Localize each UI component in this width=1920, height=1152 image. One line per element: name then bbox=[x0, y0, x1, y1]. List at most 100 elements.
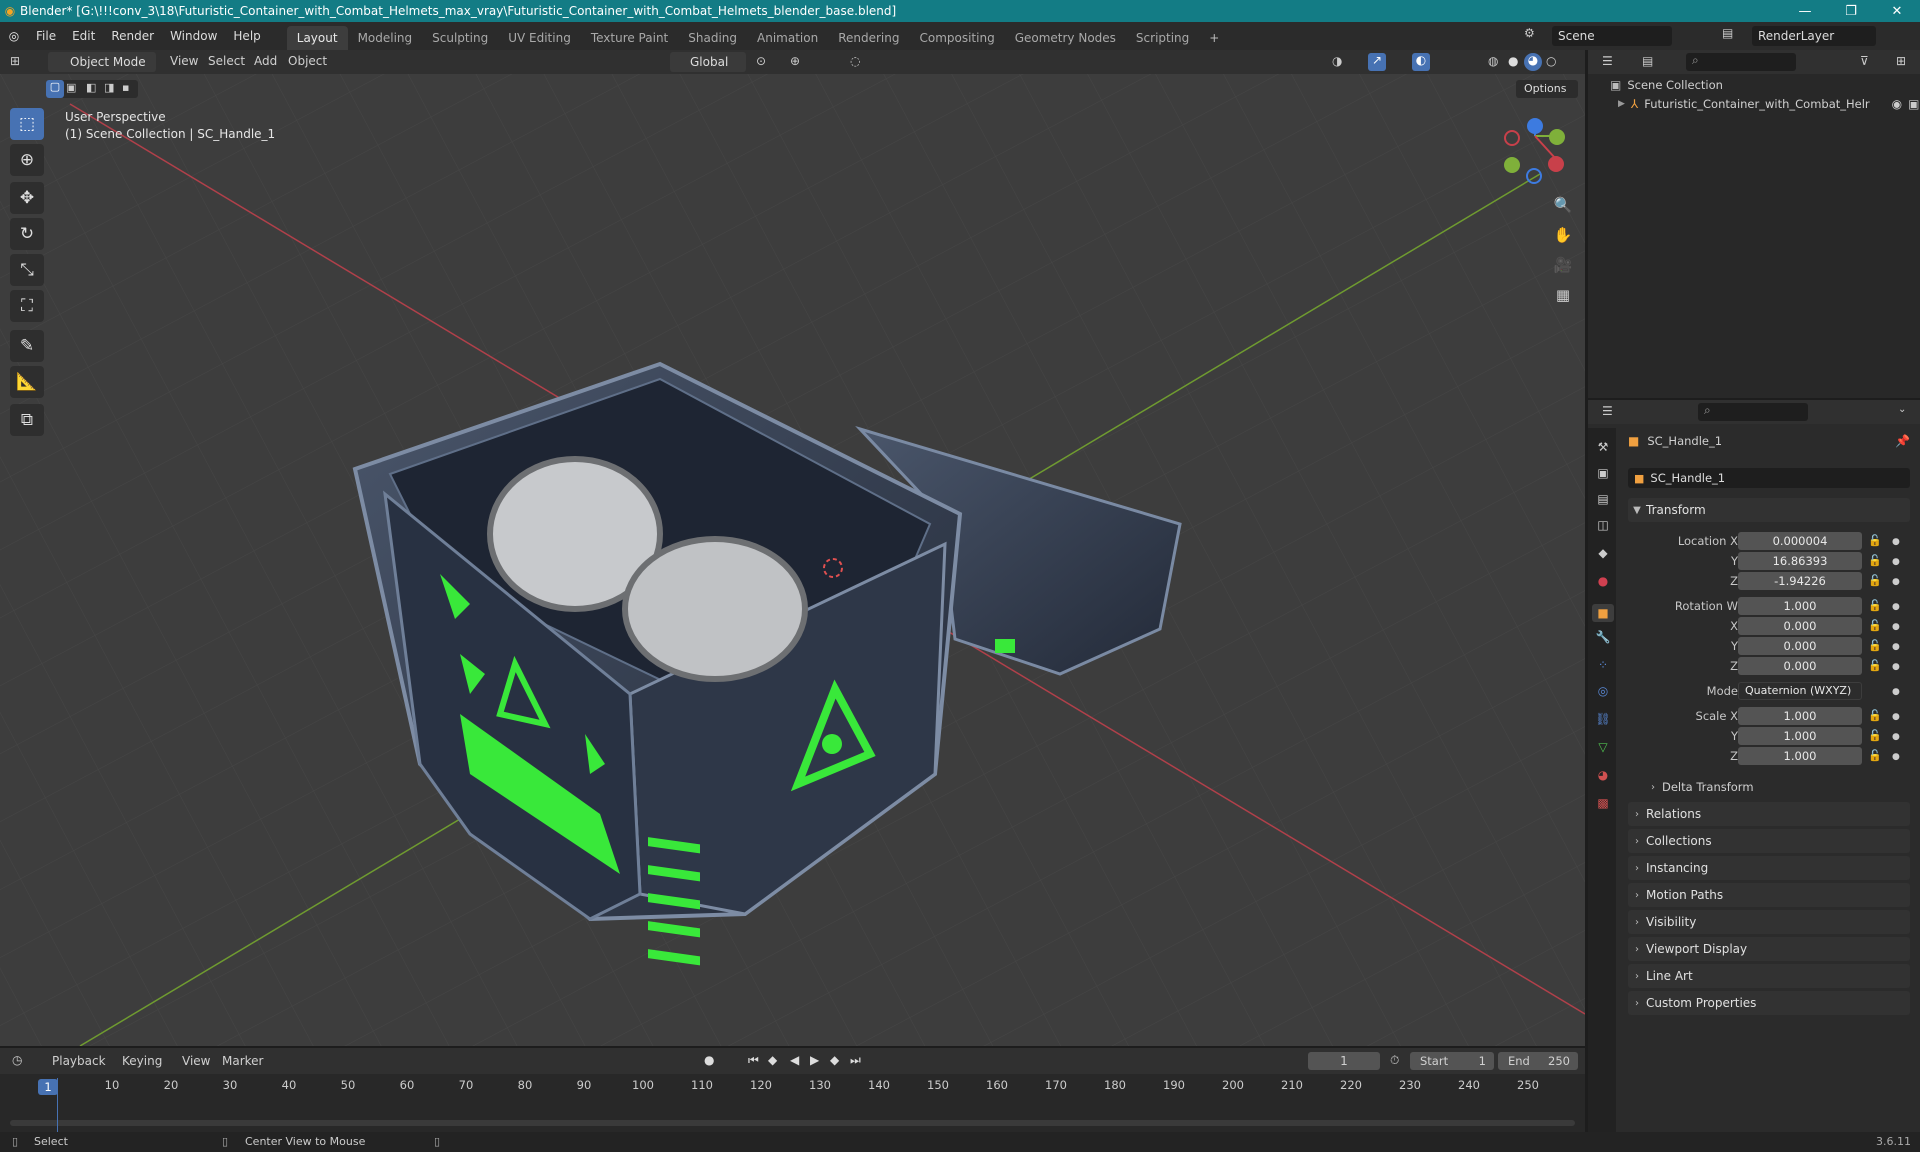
outliner-search-input[interactable]: ⌕ bbox=[1686, 53, 1796, 71]
panel-motion-paths[interactable]: › Motion Paths bbox=[1628, 883, 1910, 907]
keyframe-dot-icon[interactable]: ● bbox=[1892, 687, 1900, 697]
3d-viewport[interactable]: ▢ ▣ ◧ ◨ ▪ User Perspective (1) Scene Col… bbox=[0, 74, 1585, 1046]
data-tab-icon[interactable]: ▽ bbox=[1594, 738, 1612, 756]
new-collection-icon[interactable]: ⊞ bbox=[1896, 54, 1906, 68]
object-name-label[interactable]: SC_Handle_1 bbox=[1647, 434, 1722, 448]
close-button[interactable]: ✕ bbox=[1874, 0, 1920, 22]
world-tab-icon[interactable]: ● bbox=[1594, 572, 1612, 590]
lock-icon[interactable]: 🔓 bbox=[1868, 534, 1882, 547]
snap-icon[interactable]: ⊕ bbox=[790, 54, 800, 68]
tool-tab-icon[interactable]: ⚒ bbox=[1594, 438, 1612, 456]
minimize-button[interactable]: — bbox=[1782, 0, 1828, 22]
editor-type-icon[interactable]: ⊞ bbox=[10, 54, 20, 68]
jump-start-icon[interactable]: ⏮ bbox=[748, 1053, 759, 1068]
material-tab-icon[interactable]: ◕ bbox=[1594, 766, 1612, 784]
timeline-editor-icon[interactable]: ◷ bbox=[12, 1053, 22, 1067]
scene-tab-icon[interactable]: ◆ bbox=[1594, 544, 1612, 562]
timeline-scrollbar[interactable] bbox=[10, 1120, 1575, 1126]
measure-tool[interactable]: 📐 bbox=[10, 366, 44, 398]
keying-menu[interactable]: Keying bbox=[122, 1054, 162, 1068]
tab-layout[interactable]: Layout bbox=[286, 26, 348, 50]
playhead-frame-label[interactable]: 1 bbox=[38, 1079, 58, 1095]
orientation-dropdown[interactable]: Global bbox=[670, 52, 746, 72]
keyframe-dot-icon[interactable]: ● bbox=[1892, 752, 1900, 762]
eye-icon[interactable]: ◉ bbox=[1892, 97, 1902, 111]
marker-menu[interactable]: Marker bbox=[222, 1054, 263, 1068]
scale-z-field[interactable]: 1.000 bbox=[1738, 747, 1862, 765]
start-frame-field[interactable]: Start 1 bbox=[1410, 1052, 1494, 1070]
select-menu[interactable]: Select bbox=[208, 54, 245, 68]
wireframe-shading-icon[interactable]: ◍ bbox=[1488, 54, 1498, 68]
keyframe-dot-icon[interactable]: ● bbox=[1892, 557, 1900, 567]
add-menu[interactable]: Add bbox=[254, 54, 277, 68]
expand-arrow-icon[interactable]: ▶ bbox=[1618, 99, 1625, 109]
rotation-y-field[interactable]: 0.000 bbox=[1738, 637, 1862, 655]
rotate-tool[interactable]: ↻ bbox=[10, 218, 44, 250]
menu-render[interactable]: Render bbox=[103, 22, 162, 50]
options-dropdown[interactable]: Options bbox=[1516, 80, 1578, 98]
display-mode-icon[interactable]: ▤ bbox=[1642, 54, 1653, 68]
rendered-shading-icon[interactable]: ○ bbox=[1546, 54, 1556, 68]
scene-selector-icon[interactable]: ⚙ bbox=[1524, 26, 1548, 40]
tab-uv-editing[interactable]: UV Editing bbox=[498, 26, 581, 50]
lock-icon[interactable]: 🔓 bbox=[1868, 749, 1882, 762]
tab-compositing[interactable]: Compositing bbox=[909, 26, 1004, 50]
select-new-icon[interactable]: ▢ bbox=[46, 80, 64, 98]
jump-end-icon[interactable]: ⏭ bbox=[850, 1053, 861, 1068]
particles-tab-icon[interactable]: ⁘ bbox=[1594, 656, 1612, 674]
object-name-field[interactable]: ■ SC_Handle_1 bbox=[1628, 468, 1910, 488]
select-invert-icon[interactable]: ◨ bbox=[104, 81, 114, 94]
record-icon[interactable]: ● bbox=[704, 1053, 714, 1067]
menu-window[interactable]: Window bbox=[162, 22, 225, 50]
properties-options-icon[interactable]: ⌄ bbox=[1898, 404, 1906, 415]
prev-keyframe-icon[interactable]: ◆ bbox=[768, 1053, 777, 1067]
texture-tab-icon[interactable]: ▩ bbox=[1594, 794, 1612, 812]
material-shading-icon[interactable]: ◕ bbox=[1524, 53, 1542, 71]
lock-icon[interactable]: 🔓 bbox=[1868, 709, 1882, 722]
render-layer-field[interactable]: RenderLayer bbox=[1752, 26, 1876, 46]
camera-icon[interactable]: ▣ bbox=[1908, 97, 1919, 111]
location-y-field[interactable]: 16.86393 bbox=[1738, 552, 1862, 570]
current-frame-field[interactable]: 1 bbox=[1308, 1052, 1380, 1070]
properties-search-input[interactable]: ⌕ bbox=[1698, 403, 1808, 421]
overlay-toggle-icon[interactable]: ◐ bbox=[1412, 53, 1430, 71]
location-z-field[interactable]: -1.94226 bbox=[1738, 572, 1862, 590]
panel-viewport-display[interactable]: › Viewport Display bbox=[1628, 937, 1910, 961]
tab-modeling[interactable]: Modeling bbox=[348, 26, 423, 50]
keyframe-dot-icon[interactable]: ● bbox=[1892, 577, 1900, 587]
delta-transform-subpanel[interactable]: › Delta Transform bbox=[1644, 776, 1910, 798]
mode-dropdown[interactable]: Object Mode bbox=[48, 52, 156, 72]
play-reverse-icon[interactable]: ◀ bbox=[790, 1053, 799, 1067]
lock-icon[interactable]: 🔓 bbox=[1868, 729, 1882, 742]
tab-scripting[interactable]: Scripting bbox=[1126, 26, 1199, 50]
timeline-view-menu[interactable]: View bbox=[182, 1054, 210, 1068]
pin-icon[interactable]: 📌 bbox=[1895, 434, 1910, 448]
modifier-tab-icon[interactable]: 🔧 bbox=[1594, 628, 1612, 646]
object-tab-icon[interactable]: ■ bbox=[1592, 604, 1614, 622]
transform-panel-header[interactable]: ▼ Transform bbox=[1628, 498, 1910, 522]
playback-menu[interactable]: Playback bbox=[52, 1054, 106, 1068]
blender-menu-icon[interactable]: ◎ bbox=[0, 29, 28, 43]
panel-line-art[interactable]: › Line Art bbox=[1628, 964, 1910, 988]
gizmo-toggle-icon[interactable]: ↗ bbox=[1368, 53, 1386, 71]
panel-relations[interactable]: › Relations bbox=[1628, 802, 1910, 826]
keyframe-dot-icon[interactable]: ● bbox=[1892, 732, 1900, 742]
rotation-z-field[interactable]: 0.000 bbox=[1738, 657, 1862, 675]
solid-shading-icon[interactable]: ● bbox=[1508, 54, 1518, 68]
outliner-editor-icon[interactable]: ☰ bbox=[1602, 54, 1613, 68]
cursor-tool[interactable]: ⊕ bbox=[10, 144, 44, 176]
render-layer-icon[interactable]: ▤ bbox=[1722, 26, 1746, 40]
object-menu[interactable]: Object bbox=[288, 54, 327, 68]
tab-texture-paint[interactable]: Texture Paint bbox=[581, 26, 678, 50]
keyframe-dot-icon[interactable]: ● bbox=[1892, 642, 1900, 652]
rotation-x-field[interactable]: 0.000 bbox=[1738, 617, 1862, 635]
maximize-button[interactable]: ❐ bbox=[1828, 0, 1874, 22]
outliner-root[interactable]: ▣ Scene Collection bbox=[1610, 78, 1723, 92]
annotate-tool[interactable]: ✎ bbox=[10, 330, 44, 362]
transform-tool[interactable]: ⛶ bbox=[10, 290, 44, 322]
stopwatch-icon[interactable]: ⏱ bbox=[1390, 1053, 1399, 1068]
add-workspace-button[interactable]: + bbox=[1199, 26, 1229, 50]
render-tab-icon[interactable]: ▣ bbox=[1594, 464, 1612, 482]
move-tool[interactable]: ✥ bbox=[10, 182, 44, 214]
physics-tab-icon[interactable]: ◎ bbox=[1594, 682, 1612, 700]
